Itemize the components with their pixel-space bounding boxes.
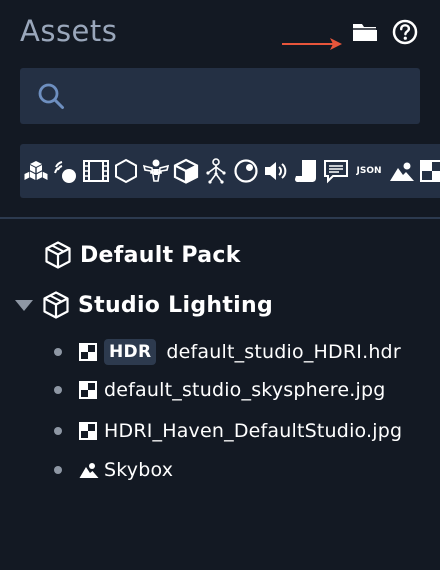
image-icon[interactable] xyxy=(389,157,415,185)
panel-title: Assets xyxy=(20,14,118,48)
asset-item[interactable]: HDR default_studio_HDRI.hdr xyxy=(54,339,401,365)
texture-icon xyxy=(79,343,97,361)
pack-name: Default Pack xyxy=(80,242,241,268)
film-icon[interactable] xyxy=(83,157,109,185)
asset-name: HDRI_Haven_DefaultStudio.jpg xyxy=(104,420,403,442)
pack-studio-lighting[interactable]: Studio Lighting xyxy=(14,290,273,320)
search-icon xyxy=(38,83,64,109)
light-icon[interactable] xyxy=(53,157,79,185)
cubes-icon[interactable] xyxy=(23,157,49,185)
bullet xyxy=(54,427,62,435)
box-icon[interactable] xyxy=(173,157,199,185)
search-box[interactable] xyxy=(20,68,420,124)
hdr-badge: HDR xyxy=(104,339,157,365)
package-icon xyxy=(45,241,71,269)
texture-icon xyxy=(79,381,97,399)
pack-default-pack[interactable]: Default Pack xyxy=(44,240,241,270)
caret-down-icon[interactable] xyxy=(14,298,34,312)
json-icon[interactable]: JSON xyxy=(353,157,385,185)
texture-icon[interactable] xyxy=(419,157,440,185)
text-icon[interactable] xyxy=(323,157,349,185)
package-icon xyxy=(43,291,69,319)
asset-name: default_studio_skysphere.jpg xyxy=(104,379,386,401)
skeleton-icon[interactable] xyxy=(203,157,229,185)
panel-divider xyxy=(0,217,440,219)
speaker-icon[interactable] xyxy=(263,157,289,185)
bullet xyxy=(54,386,62,394)
texture-icon xyxy=(79,422,97,440)
asset-item[interactable]: Skybox xyxy=(54,459,173,481)
help-circle-icon[interactable] xyxy=(392,19,418,45)
search-input[interactable] xyxy=(76,78,410,116)
asset-item[interactable]: default_studio_skysphere.jpg xyxy=(54,379,386,401)
asset-name: Skybox xyxy=(104,459,174,481)
bullet xyxy=(54,348,62,356)
annotation-arrow xyxy=(282,38,342,50)
asset-item[interactable]: HDRI_Haven_DefaultStudio.jpg xyxy=(54,420,402,442)
bullet xyxy=(54,466,62,474)
pack-name: Studio Lighting xyxy=(78,292,274,318)
asset-type-filter-bar: JSON xyxy=(20,144,440,198)
skybox-icon xyxy=(79,463,99,478)
hexagon-icon[interactable] xyxy=(113,157,139,185)
bone-figure-icon[interactable] xyxy=(143,157,169,185)
sphere-icon[interactable] xyxy=(233,157,259,185)
folder-icon[interactable] xyxy=(352,20,378,44)
script-icon[interactable] xyxy=(293,157,319,185)
asset-name: default_studio_HDRI.hdr xyxy=(166,341,401,363)
